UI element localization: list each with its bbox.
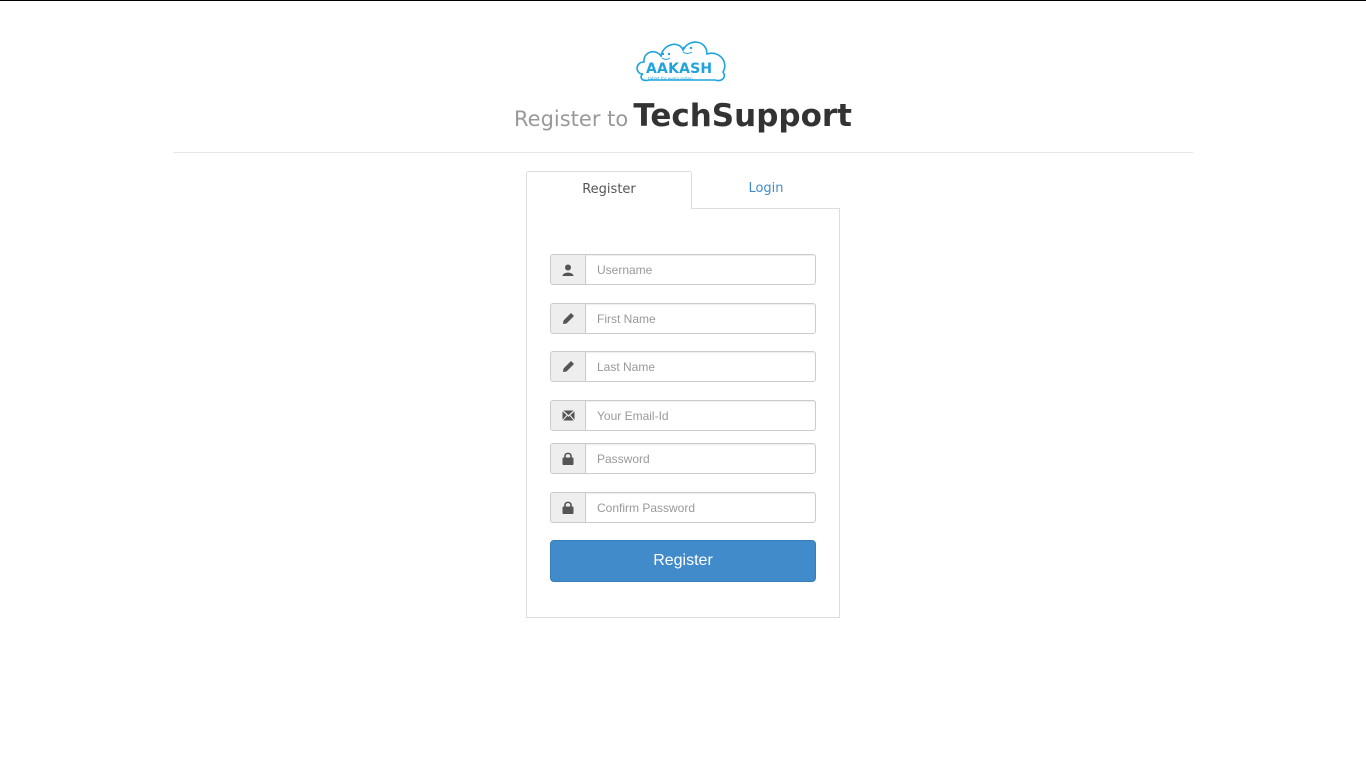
password-field-group bbox=[550, 443, 816, 474]
tab-login[interactable]: Login bbox=[692, 171, 840, 208]
username-input[interactable] bbox=[585, 254, 816, 285]
pencil-icon bbox=[550, 351, 586, 382]
page-title: Register to TechSupport bbox=[0, 98, 1366, 134]
title-prefix: Register to bbox=[514, 107, 629, 131]
aakash-logo: AAKASH tablet for every indian bbox=[635, 36, 731, 84]
header-divider bbox=[173, 152, 1193, 153]
last-name-field-group bbox=[550, 351, 816, 382]
user-icon bbox=[550, 254, 586, 285]
first-name-field-group bbox=[550, 303, 816, 334]
pencil-icon bbox=[550, 303, 586, 334]
lock-icon bbox=[550, 443, 586, 474]
email-input[interactable] bbox=[585, 400, 816, 431]
confirm-password-input[interactable] bbox=[585, 492, 816, 523]
tab-register[interactable]: Register bbox=[526, 171, 692, 209]
first-name-input[interactable] bbox=[585, 303, 816, 334]
password-input[interactable] bbox=[585, 443, 816, 474]
lock-icon bbox=[550, 492, 586, 523]
last-name-input[interactable] bbox=[585, 351, 816, 382]
logo-tagline: tablet for every indian bbox=[648, 76, 693, 81]
top-border bbox=[0, 0, 1366, 1]
confirm-password-field-group bbox=[550, 492, 816, 523]
register-button[interactable]: Register bbox=[550, 540, 816, 582]
envelope-icon bbox=[550, 400, 586, 431]
logo-wordmark: AAKASH bbox=[646, 61, 713, 77]
username-field-group bbox=[550, 254, 816, 285]
email-field-group bbox=[550, 400, 816, 431]
title-brand: TechSupport bbox=[633, 98, 852, 134]
